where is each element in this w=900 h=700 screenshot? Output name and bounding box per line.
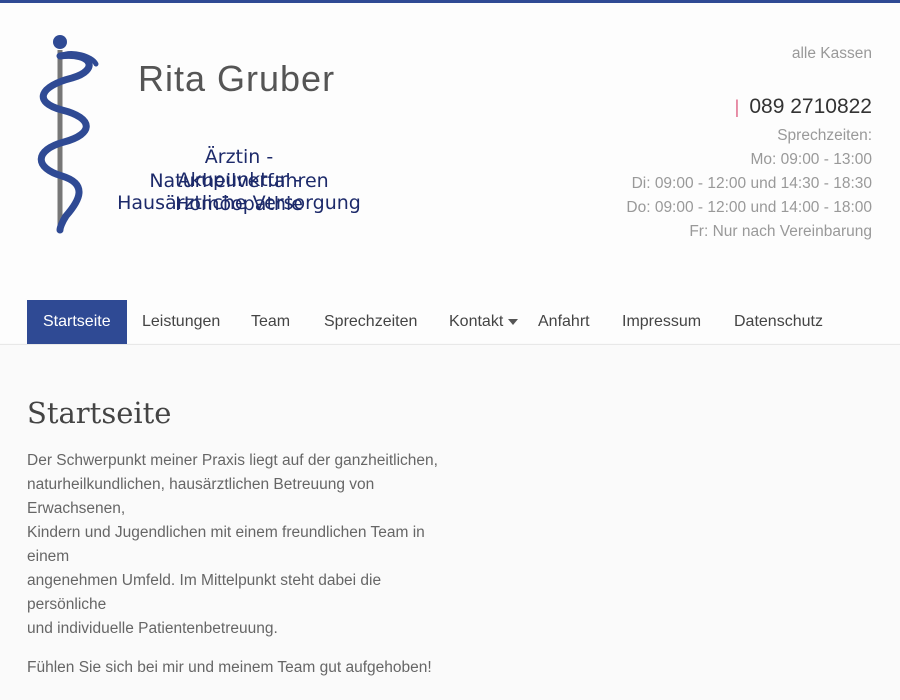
nav-item-sprechzeiten[interactable]: Sprechzeiten — [324, 300, 417, 344]
hours-monday: Mo: 09:00 - 13:00 — [750, 151, 873, 168]
hours-friday: Fr: Nur nach Vereinbarung — [689, 223, 872, 240]
nav-item-datenschutz[interactable]: Datenschutz — [734, 300, 823, 344]
hours-tuesday: Di: 09:00 - 12:00 und 14:30 - 18:30 — [631, 175, 872, 192]
closing-paragraph: Fühlen Sie sich bei mir und meinem Team … — [27, 659, 432, 676]
nav-divider — [0, 344, 900, 345]
intro-line: und individuelle Patientenbetreuung. — [27, 620, 278, 637]
phone-number: 089 2710822 — [749, 95, 872, 118]
nav-item-kontakt[interactable]: Kontakt — [449, 300, 519, 344]
phone-icon: | — [734, 97, 740, 117]
intro-line: einem — [27, 548, 70, 565]
hours-thursday: Do: 09:00 - 12:00 und 14:00 - 18:00 — [626, 199, 872, 216]
intro-line: persönliche — [27, 596, 107, 613]
nav-item-leistungen[interactable]: Leistungen — [142, 300, 220, 344]
chevron-down-icon — [508, 318, 519, 325]
nav-item-impressum[interactable]: Impressum — [622, 300, 701, 344]
intro-line: naturheilkundlichen, hausärztlichen Betr… — [27, 476, 375, 493]
hours-label: Sprechzeiten: — [777, 127, 872, 144]
nav-item-kontakt-label: Kontakt — [449, 313, 504, 330]
doctor-name: Rita Gruber — [138, 58, 336, 99]
nav-item-team[interactable]: Team — [251, 300, 290, 344]
page-title: Startseite — [27, 396, 172, 430]
caduceus-icon — [37, 35, 99, 234]
intro-paragraph: Der Schwerpunkt meiner Praxis liegt auf … — [27, 449, 447, 641]
nav-item-anfahrt[interactable]: Anfahrt — [538, 300, 590, 344]
logo-subtitle-3: Hausärztliche Versorgung — [117, 192, 361, 214]
intro-line: Erwachsenen, — [27, 500, 126, 517]
intro-line: Der Schwerpunkt meiner Praxis liegt auf … — [27, 452, 438, 469]
intro-line: Kindern und Jugendlichen mit einem freun… — [27, 524, 425, 541]
phone-block[interactable]: | 089 2710822 — [735, 95, 872, 119]
intro-line: angenehmen Umfeld. Im Mittelpunkt steht … — [27, 572, 382, 589]
site-logo[interactable]: Rita Gruber Ärztin - Naturheilverfahren … — [22, 30, 382, 235]
insurance-note: alle Kassen — [791, 45, 872, 62]
nav-item-startseite[interactable]: Startseite — [27, 300, 127, 344]
